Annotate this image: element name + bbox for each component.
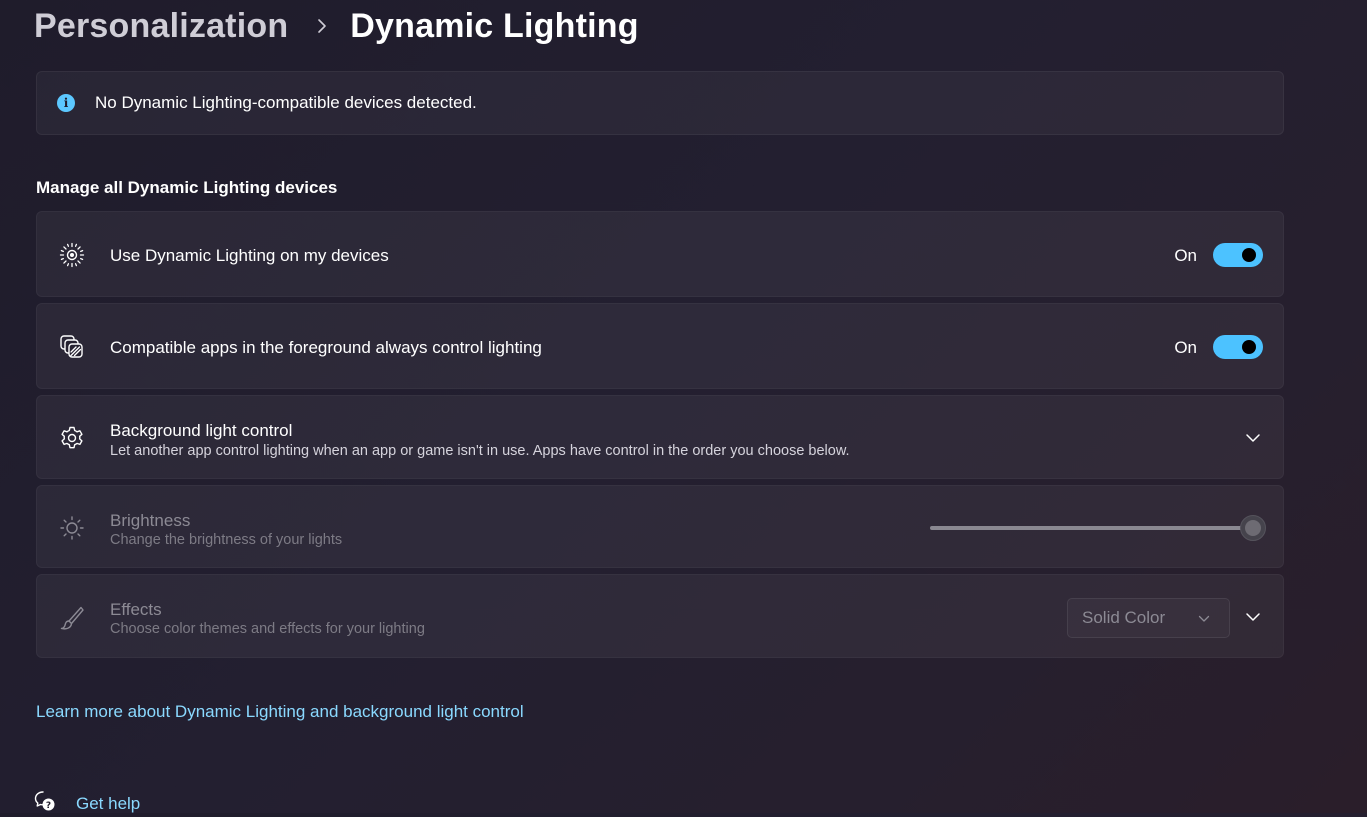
setting-use-dynamic-lighting: Use Dynamic Lighting on my devices On — [36, 211, 1284, 297]
brightness-slider-track[interactable] — [930, 526, 1252, 530]
learn-more-link[interactable]: Learn more about Dynamic Lighting and ba… — [36, 702, 524, 722]
setting-background-light-control[interactable]: Background light control Let another app… — [36, 395, 1284, 479]
chevron-down-icon — [1197, 612, 1211, 626]
setting-subtitle: Choose color themes and effects for your… — [110, 621, 425, 637]
chevron-right-icon — [312, 16, 332, 36]
chevron-down-icon[interactable] — [1243, 428, 1263, 448]
info-bar: i No Dynamic Lighting-compatible devices… — [36, 71, 1284, 135]
info-message: No Dynamic Lighting-compatible devices d… — [95, 93, 477, 112]
dropdown-selected-value: Solid Color — [1082, 608, 1166, 627]
setting-title: Compatible apps in the foreground always… — [110, 338, 542, 357]
setting-title: Effects — [110, 600, 162, 619]
setting-effects: Effects Choose color themes and effects … — [36, 574, 1284, 658]
compatible-apps-toggle[interactable] — [1213, 335, 1263, 359]
setting-title: Use Dynamic Lighting on my devices — [110, 246, 389, 265]
slider-thumb-center — [1245, 520, 1261, 536]
setting-title: Brightness — [110, 511, 191, 530]
gear-icon — [58, 424, 86, 452]
paintbrush-icon — [58, 604, 86, 632]
section-title: Manage all Dynamic Lighting devices — [36, 178, 338, 197]
toggle-state-label: On — [1174, 338, 1197, 357]
sun-icon — [58, 514, 86, 542]
setting-brightness: Brightness Change the brightness of your… — [36, 485, 1284, 568]
setting-title: Background light control — [110, 421, 293, 440]
toggle-state-label: On — [1174, 246, 1197, 265]
breadcrumb: Personalization Dynamic Lighting — [34, 4, 639, 48]
chevron-down-icon[interactable] — [1243, 607, 1263, 627]
get-help-link[interactable]: Get help — [76, 794, 140, 814]
setting-compatible-apps: Compatible apps in the foreground always… — [36, 303, 1284, 389]
setting-subtitle: Change the brightness of your lights — [110, 532, 343, 548]
setting-subtitle: Let another app control lighting when an… — [110, 443, 850, 459]
dynamic-lighting-icon — [58, 241, 86, 269]
breadcrumb-parent-personalization[interactable]: Personalization — [34, 7, 288, 46]
toggle-knob — [1242, 248, 1256, 262]
info-icon: i — [57, 94, 75, 112]
brightness-slider-thumb[interactable] — [1240, 515, 1266, 541]
layered-apps-icon — [58, 333, 86, 361]
use-dynamic-lighting-toggle[interactable] — [1213, 243, 1263, 267]
effects-dropdown[interactable]: Solid Color — [1067, 598, 1230, 638]
toggle-knob — [1242, 340, 1256, 354]
page-title: Dynamic Lighting — [350, 6, 639, 45]
svg-text:?: ? — [46, 801, 51, 811]
